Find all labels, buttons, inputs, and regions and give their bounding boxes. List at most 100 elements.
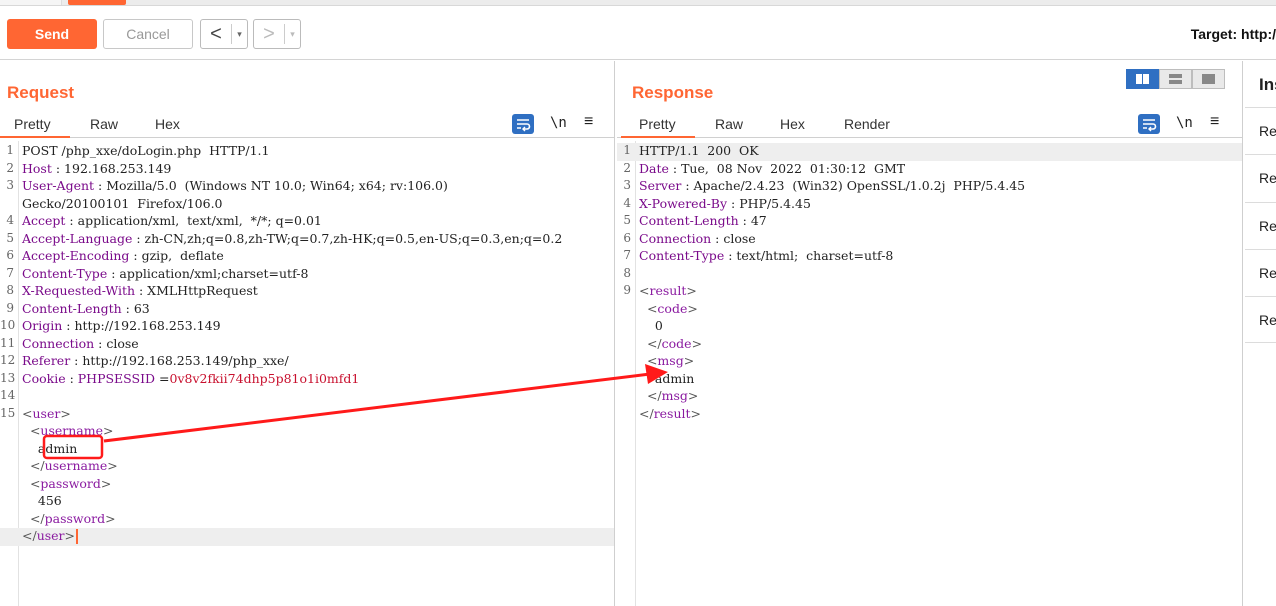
line-number: 3 [6,178,14,192]
line-number: 15 [0,405,16,420]
line-number: 3 [623,178,631,192]
tab-render[interactable]: Render [844,116,890,132]
inspector-title: Ins [1259,75,1276,94]
code-token: </ [639,405,654,421]
code-line[interactable]: 7 Content-Type : application/xml;charset=… [0,266,614,284]
code-line[interactable]: </msg> [617,388,1242,406]
chevron-down-icon[interactable]: ▾ [231,24,247,44]
code-token: < [639,283,650,298]
code-line[interactable]: 11 Connection : close [0,336,614,354]
code-line[interactable]: 456 [0,493,614,511]
tab-pretty[interactable]: Pretty [14,116,51,132]
code-line[interactable]: 8 X-Requested-With : XMLHttpRequest [0,283,614,301]
forward-nav-button[interactable]: > ▾ [253,19,301,49]
code-line[interactable]: 2 Host : 192.168.253.149 [0,161,614,179]
back-nav-button[interactable]: < ▾ [200,19,248,49]
code-token: Content-Type [639,248,725,263]
response-editor[interactable]: 1 HTTP/1.1 200 OK 2 Date : Tue, 08 Nov 2022… [617,141,1242,606]
code-line[interactable]: 4 X-Powered-By : PHP/5.4.45 [617,196,1242,214]
code-token: admin [639,370,695,386]
layout-stacked-icon[interactable] [1159,69,1192,89]
menu-icon[interactable]: ≡ [584,113,606,133]
code-line[interactable]: 1 POST /php_xxe/doLogin.php HTTP/1.1 [0,143,614,161]
inspector-item[interactable]: Re [1245,154,1276,201]
tab-pretty[interactable]: Pretty [639,116,676,132]
code-line[interactable]: 13 Cookie : PHPSESSID =0v8v2fkii74dhp5p81… [0,371,614,389]
word-wrap-icon[interactable] [1138,114,1160,134]
code-line[interactable]: </password> [0,511,614,529]
code-line[interactable]: 6 Accept-Encoding : gzip, deflate [0,248,614,266]
line-text: </result> [639,406,701,421]
code-line[interactable]: </user> [0,528,614,546]
top-tab-1[interactable] [0,0,62,5]
code-token: </ [22,458,45,473]
code-line[interactable]: 3 Server : Apache/2.4.23 (Win32) OpenSSL/… [617,178,1242,196]
inspector-item[interactable]: Re [1245,107,1276,154]
code-line[interactable]: <msg> [617,353,1242,371]
layout-tabs-icon[interactable] [1192,69,1225,89]
chevron-down-icon[interactable]: ▾ [284,24,300,44]
code-line[interactable]: Gecko/20100101 Firefox/106.0 [0,196,614,214]
inspector-item[interactable]: Re [1245,249,1276,296]
code-token: Server [639,178,682,193]
code-token: Content-Length [22,300,122,316]
code-line[interactable]: 10 Origin : http://192.168.253.149 [0,318,614,336]
code-line[interactable]: 6 Connection : close [617,231,1242,249]
top-tab-active[interactable] [68,0,126,5]
inspector-item[interactable]: Re [1245,202,1276,249]
code-line[interactable]: <code> [617,301,1242,319]
code-line[interactable]: 8 [617,266,1242,284]
code-token: : Mozilla/5.0 (Windows NT 10.0; Win64; x… [94,178,448,193]
code-line[interactable]: admin [0,441,614,459]
code-line[interactable]: <username> [0,423,614,441]
code-line[interactable]: </code> [617,336,1242,354]
send-button[interactable]: Send [7,19,97,49]
code-line[interactable]: 0 [617,318,1242,336]
tab-hex[interactable]: Hex [780,116,805,132]
code-token: > [691,335,703,351]
menu-icon[interactable]: ≡ [1210,113,1232,133]
cancel-button[interactable]: Cancel [103,19,193,49]
line-text: </password> [22,511,116,526]
code-token: POST /php_xxe/doLogin.php HTTP/1.1 [22,143,270,158]
code-line[interactable]: 7 Content-Type : text/html; charset=utf-8 [617,248,1242,266]
code-line[interactable]: </result> [617,406,1242,424]
chevron-left-icon[interactable]: < [201,23,231,46]
code-line[interactable]: <password> [0,476,614,494]
newline-icon[interactable]: \n [550,115,572,135]
line-text: <password> [22,476,111,491]
code-line[interactable]: 5 Accept-Language : zh-CN,zh;q=0.8,zh-TW;… [0,231,614,249]
code-line[interactable]: 9 Content-Length : 63 [0,301,614,319]
target-label[interactable]: Target: http:/ [1191,26,1276,42]
line-text: <msg> [639,353,694,368]
code-line[interactable]: 4 Accept : application/xml, text/xml, */*… [0,213,614,231]
line-text: Content-Type : application/xml;charset=u… [22,266,308,281]
code-token: username [44,458,108,473]
line-number: 14 [0,388,16,402]
request-editor[interactable]: 1 POST /php_xxe/doLogin.php HTTP/1.1 2 Host… [0,141,614,606]
word-wrap-icon[interactable] [512,114,534,134]
inspector-item[interactable]: Re [1245,296,1276,343]
code-token: Origin [22,318,63,333]
code-line[interactable]: </username> [0,458,614,476]
tab-hex[interactable]: Hex [155,116,180,132]
tab-raw[interactable]: Raw [715,116,743,132]
code-line[interactable]: 9 <result> [617,283,1242,301]
code-token: Accept [22,213,66,228]
code-token: password [44,510,106,526]
code-line[interactable]: 15 <user> [0,406,614,424]
code-line[interactable]: 3 User-Agent : Mozilla/5.0 (Windows NT 10… [0,178,614,196]
code-line[interactable]: 14 [0,388,614,406]
code-line[interactable]: 12 Referer : http://192.168.253.149/php_x… [0,353,614,371]
chevron-right-icon[interactable]: > [254,23,284,46]
code-token: X-Requested-With [22,283,136,298]
code-line[interactable]: 1 HTTP/1.1 200 OK [617,143,1242,161]
code-line[interactable]: admin [617,371,1242,389]
code-line[interactable]: 5 Content-Length : 47 [617,213,1242,231]
layout-side-by-side-icon[interactable] [1126,69,1159,89]
tab-raw[interactable]: Raw [90,116,118,132]
newline-icon[interactable]: \n [1176,115,1198,135]
line-text: Content-Type : text/html; charset=utf-8 [639,248,893,263]
code-token: </ [22,528,37,543]
code-line[interactable]: 2 Date : Tue, 08 Nov 2022 01:30:12 GMT [617,161,1242,179]
